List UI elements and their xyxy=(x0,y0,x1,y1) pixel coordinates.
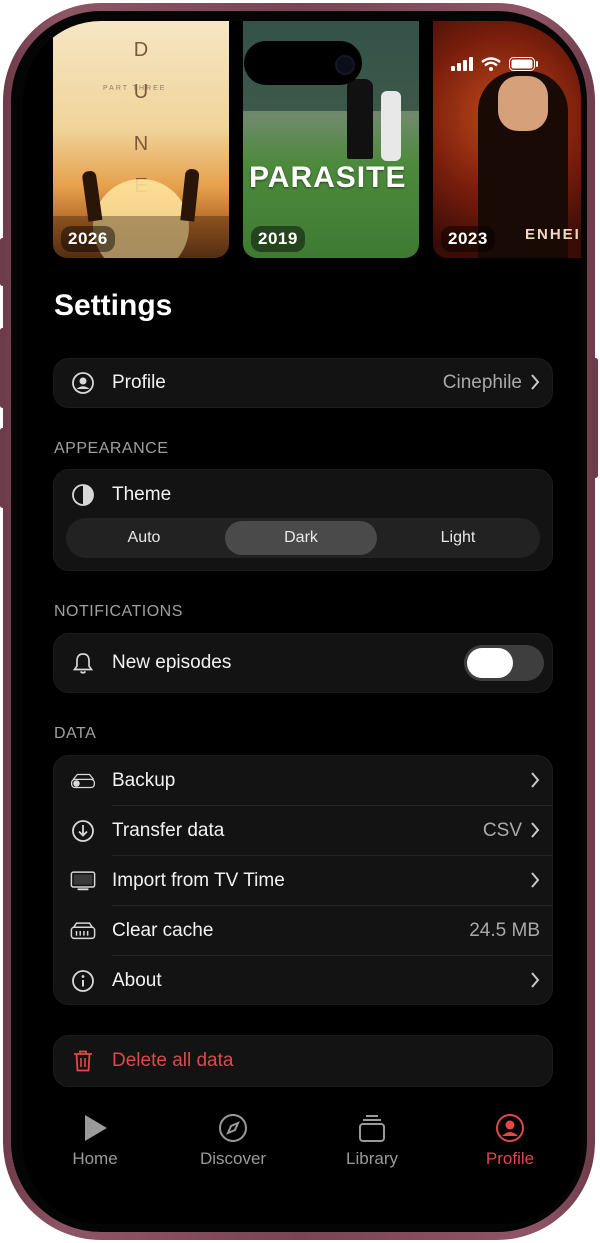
camera-icon xyxy=(335,55,355,75)
theme-label: Theme xyxy=(112,484,172,505)
poster-art xyxy=(81,170,103,222)
tv-icon xyxy=(70,868,96,894)
play-icon xyxy=(85,1115,107,1141)
profile-value: Cinephile xyxy=(442,372,522,393)
cache-size-value: 24.5 MB xyxy=(469,920,540,941)
compass-icon xyxy=(219,1114,247,1142)
storage-icon xyxy=(70,918,96,944)
poster-art xyxy=(347,79,373,159)
poster-art xyxy=(498,76,548,131)
poster-art xyxy=(381,91,401,161)
theme-option-auto[interactable]: Auto xyxy=(69,521,219,555)
action-button xyxy=(0,238,5,286)
battery-icon xyxy=(509,57,539,76)
chevron-right-icon xyxy=(531,972,540,988)
poster-card[interactable]: D U N E PART THREE 2026 xyxy=(53,21,229,258)
about-row[interactable]: About xyxy=(54,956,552,1006)
new-episodes-toggle[interactable] xyxy=(464,645,544,681)
trash-icon xyxy=(70,1048,96,1074)
poster-year: 2019 xyxy=(251,226,305,252)
poster-year: 2026 xyxy=(61,226,115,252)
data-card: Backup Transfer data CSV Import from TV … xyxy=(53,755,553,1005)
tab-label: Home xyxy=(72,1149,118,1168)
chevron-right-icon xyxy=(531,772,540,788)
section-header-appearance: APPEARANCE xyxy=(54,440,169,457)
about-label: About xyxy=(112,970,162,991)
clear-cache-label: Clear cache xyxy=(112,920,214,941)
tab-profile[interactable]: Profile xyxy=(455,1113,565,1169)
theme-option-light[interactable]: Light xyxy=(383,521,533,555)
new-episodes-label: New episodes xyxy=(112,652,232,673)
tab-discover[interactable]: Discover xyxy=(178,1113,288,1169)
tab-home[interactable]: Home xyxy=(40,1113,150,1169)
import-tv-time-label: Import from TV Time xyxy=(112,870,285,891)
appearance-card: Theme Auto Dark Light xyxy=(53,469,553,571)
delete-card: Delete all data xyxy=(53,1035,553,1087)
theme-option-dark[interactable]: Dark xyxy=(225,521,377,555)
poster-title: PARASITE xyxy=(249,161,407,194)
poster-year: 2023 xyxy=(441,226,495,252)
info-icon xyxy=(70,968,96,994)
volume-down-button xyxy=(0,428,5,508)
signal-icon xyxy=(451,57,473,76)
section-header-notifications: NOTIFICATIONS xyxy=(54,603,183,620)
tab-label: Profile xyxy=(485,1149,535,1168)
tab-label: Discover xyxy=(199,1149,267,1168)
import-tv-time-row[interactable]: Import from TV Time xyxy=(54,856,552,906)
delete-all-data-button[interactable]: Delete all data xyxy=(54,1036,552,1086)
tab-label: Library xyxy=(346,1149,398,1168)
person-circle-icon xyxy=(70,370,96,396)
profile-card: Profile Cinephile xyxy=(53,358,553,408)
theme-segmented-control: Auto Dark Light xyxy=(66,518,540,558)
toggle-knob xyxy=(467,648,513,678)
download-icon xyxy=(70,818,96,844)
drive-icon xyxy=(70,768,96,794)
clear-cache-row[interactable]: Clear cache 24.5 MB xyxy=(54,906,552,956)
chevron-right-icon xyxy=(531,374,540,390)
phone-frame: D U N E PART THREE 2026 PARASITE 2019 EN… xyxy=(0,3,598,1240)
theme-row: Theme xyxy=(54,470,552,520)
backup-label: Backup xyxy=(112,770,176,791)
transfer-data-value: CSV xyxy=(482,820,522,841)
half-circle-icon xyxy=(70,482,96,508)
dynamic-island xyxy=(244,41,362,85)
section-header-data: DATA xyxy=(54,725,97,742)
delete-all-data-label: Delete all data xyxy=(112,1050,234,1071)
stack-icon xyxy=(359,1115,385,1142)
notifications-card: New episodes xyxy=(53,633,553,693)
chevron-right-icon xyxy=(531,822,540,838)
tab-bar: Home Discover Library Profile xyxy=(23,1113,581,1193)
transfer-data-label: Transfer data xyxy=(112,820,225,841)
wifi-icon xyxy=(481,57,501,76)
page-title: Settings xyxy=(54,289,173,322)
power-button xyxy=(593,358,598,478)
profile-label: Profile xyxy=(112,372,166,393)
transfer-data-row[interactable]: Transfer data CSV xyxy=(54,806,552,856)
poster-title: ENHEIME xyxy=(525,226,581,243)
status-bar xyxy=(451,57,539,76)
person-circle-icon xyxy=(496,1114,524,1142)
tab-library[interactable]: Library xyxy=(317,1113,427,1169)
poster-subtitle: PART THREE xyxy=(103,85,167,92)
poster-art xyxy=(180,168,200,222)
chevron-right-icon xyxy=(531,872,540,888)
volume-up-button xyxy=(0,328,5,408)
profile-row[interactable]: Profile Cinephile xyxy=(54,358,552,408)
bell-icon xyxy=(70,650,96,676)
backup-row[interactable]: Backup xyxy=(54,756,552,806)
screen: D U N E PART THREE 2026 PARASITE 2019 EN… xyxy=(23,21,581,1224)
